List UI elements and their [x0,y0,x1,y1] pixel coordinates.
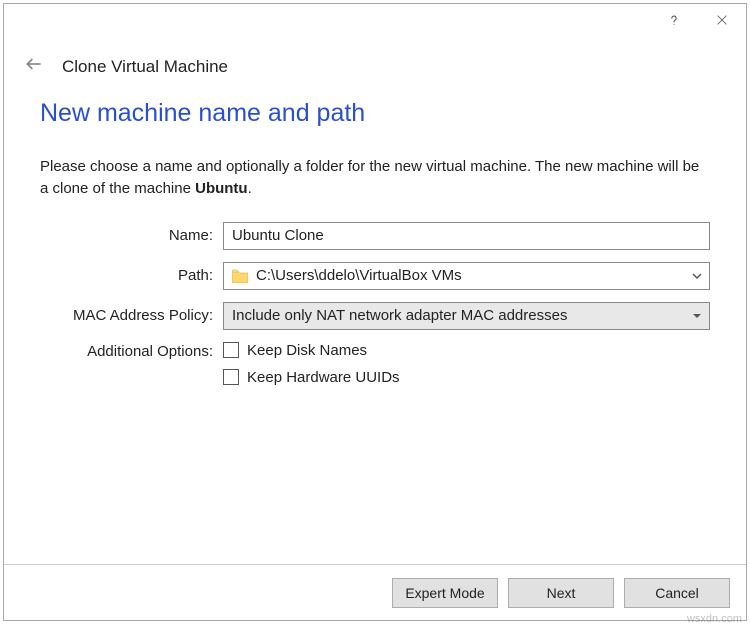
additional-options: Keep Disk Names Keep Hardware UUIDs [223,342,710,386]
watermark: wsxdn.com [687,613,742,625]
intro-prefix: Please choose a name and optionally a fo… [40,158,699,197]
path-value: C:\Users\ddelo\VirtualBox VMs [256,267,687,284]
close-icon [715,13,729,27]
intro-text: Please choose a name and optionally a fo… [40,156,710,200]
caret-down-icon [691,310,703,322]
intro-suffix: . [248,180,252,197]
content-area: New machine name and path Please choose … [4,99,746,564]
keep-hardware-uuids-label: Keep Hardware UUIDs [247,369,400,386]
path-selector[interactable]: C:\Users\ddelo\VirtualBox VMs [223,262,710,290]
checkbox-icon [223,342,239,358]
name-input[interactable] [223,222,710,250]
chevron-down-icon [691,270,703,282]
footer: Expert Mode Next Cancel [4,564,746,620]
path-label: Path: [40,267,215,284]
keep-disk-names-option[interactable]: Keep Disk Names [223,342,710,359]
form: Name: Path: C:\Users\ddelo\VirtualBox VM… [40,222,710,386]
mac-policy-selector[interactable]: Include only NAT network adapter MAC add… [223,302,710,330]
help-button[interactable] [650,4,698,36]
keep-hardware-uuids-option[interactable]: Keep Hardware UUIDs [223,369,710,386]
mac-label: MAC Address Policy: [40,307,215,324]
dialog-window: Clone Virtual Machine New machine name a… [3,3,747,621]
help-icon [667,13,681,27]
back-button[interactable] [24,54,44,79]
expert-mode-button[interactable]: Expert Mode [392,578,498,608]
wizard-header: Clone Virtual Machine [4,44,746,99]
options-label: Additional Options: [40,342,215,360]
close-button[interactable] [698,4,746,36]
wizard-title: Clone Virtual Machine [62,57,228,77]
folder-icon [232,269,248,283]
page-title: New machine name and path [40,99,710,128]
next-button[interactable]: Next [508,578,614,608]
arrow-left-icon [24,54,44,74]
name-label: Name: [40,227,215,244]
cancel-button[interactable]: Cancel [624,578,730,608]
checkbox-icon [223,369,239,385]
keep-disk-names-label: Keep Disk Names [247,342,367,359]
titlebar [4,4,746,44]
intro-machine-name: Ubuntu [195,180,247,197]
mac-value: Include only NAT network adapter MAC add… [232,307,687,324]
